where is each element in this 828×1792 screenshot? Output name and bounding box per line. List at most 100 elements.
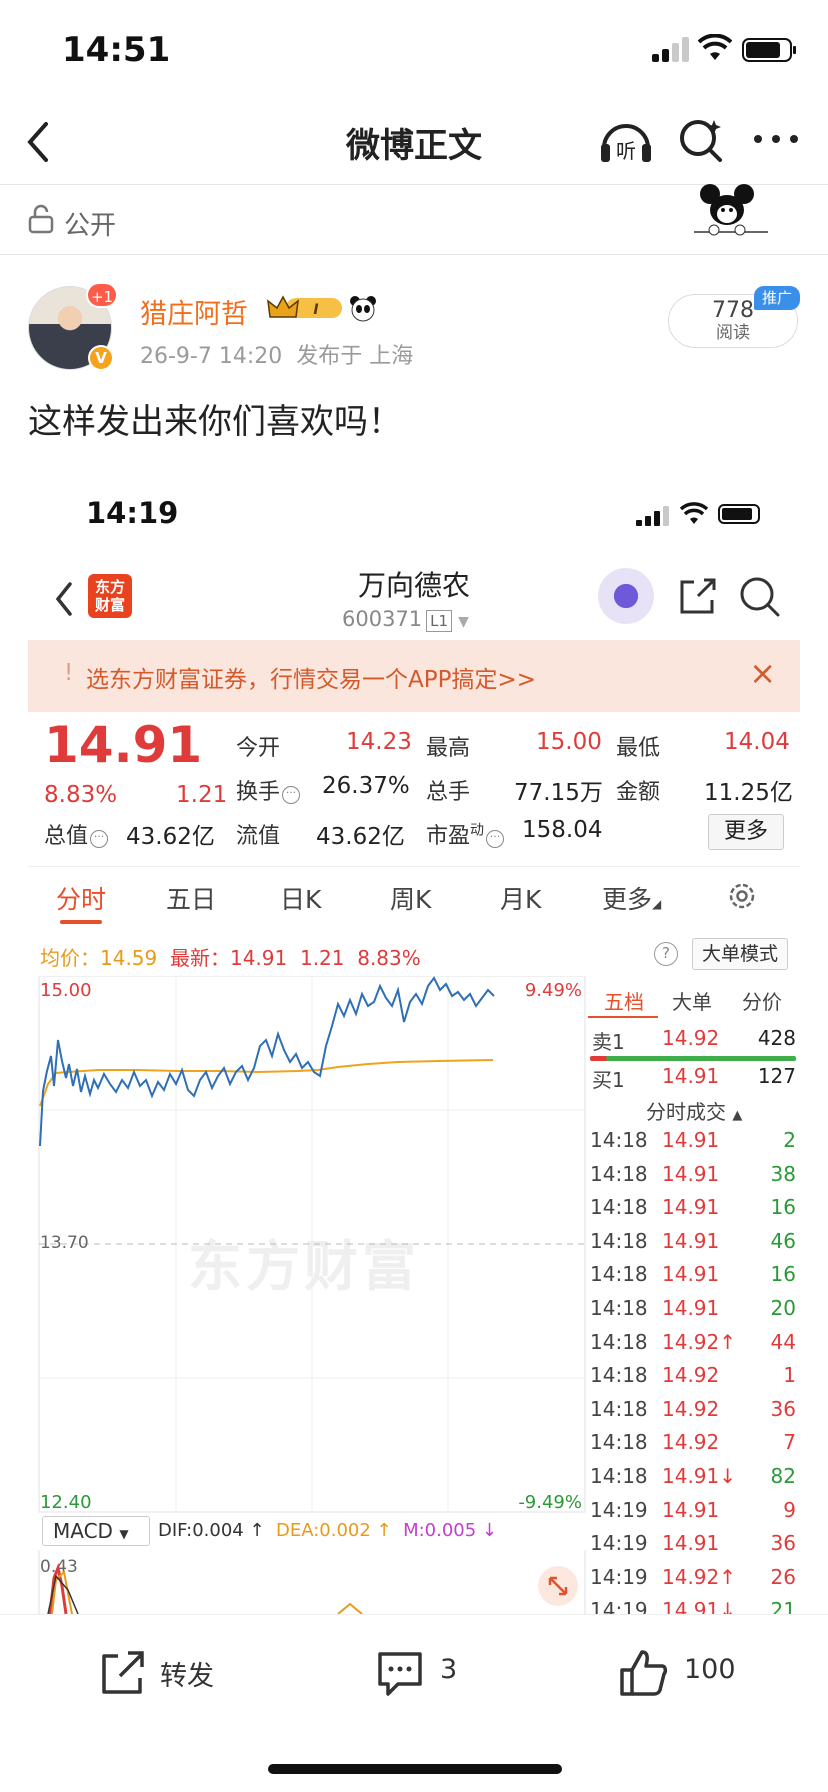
comment-count[interactable]: 3 [440,1654,457,1685]
gear-icon [729,883,755,909]
trade-time: 14:18 [590,1363,648,1388]
trade-volume: 2 [783,1128,796,1152]
trade-volume: 1 [783,1363,796,1388]
divider [0,254,828,255]
trade-price: 14.91 [662,1161,720,1186]
axis-low: 12.40 [40,1492,92,1513]
warning-icon: ! [64,660,74,686]
home-indicator [268,1764,562,1774]
orderbook-label: 卖1 [592,1030,625,1054]
banner-text: 选东方财富证券，行情交易一个APP搞定>> [86,667,537,693]
headphones-icon[interactable]: 听 [598,114,654,166]
trade-volume: 16 [770,1195,796,1220]
trade-row: 14:19 14.91 9 [590,1498,800,1526]
embedded-signal-icon [636,506,670,526]
quote-value: 11.25亿 [704,780,793,806]
mickey-sticker-icon [694,184,768,236]
repost-icon[interactable] [96,1648,148,1698]
help-icon: ? [654,942,678,966]
trade-price: 14.92↑ [662,1564,737,1589]
side-tabs: 五档 大单 分价 [590,986,800,1016]
trade-volume: 9 [783,1497,796,1522]
trade-volume: 44 [770,1329,796,1354]
stock-code-value: 600371 [342,607,423,631]
embedded-search-icon [740,577,780,617]
macd-dif: DIF:0.004 ↑ [158,1520,265,1541]
trade-row: 14:18 14.91 2 [590,1128,800,1156]
more-icon[interactable] [752,126,800,152]
quote-label: 市盈动 ··· [426,818,505,850]
trade-time: 14:18 [590,1296,648,1320]
macd-values: DIF:0.004 ↑ DEA:0.002 ↑ M:0.005 ↓ [158,1520,497,1541]
avg-value: 14.59 [100,946,158,970]
trade-row: 14:18 14.91 38 [590,1162,800,1190]
more-quote-button: 更多 [708,814,784,850]
trade-row: 14:18 14.91 20 [590,1296,800,1324]
axis-pct-low: -9.49% [518,1492,582,1513]
battery-icon [742,38,796,62]
latest-change: 1.21 [299,946,345,970]
trade-price: 14.91↓ [662,1464,737,1488]
tab-price-dist: 分价 [742,990,782,1014]
trade-time: 14:18 [590,1195,648,1220]
orderbook-price: 14.92 [662,1026,720,1050]
info-icon: ··· [486,830,505,848]
trade-row: 14:19 14.92↑ 26 [590,1565,800,1593]
trade-volume: 20 [770,1296,796,1320]
divider [28,866,800,867]
quote-value: 158.04 [522,817,603,843]
search-icon[interactable] [676,114,726,166]
orderbook-volume: 127 [757,1064,796,1088]
intraday-chart: 15.00 9.49% 13.70 12.40 -9.49% [38,976,586,1513]
quote-label: 总值 ··· [44,818,109,850]
trade-volume: 26 [770,1564,796,1589]
trade-price: 14.91 [662,1195,720,1220]
tab-daily-k: 日K [280,885,322,914]
trade-time: 14:18 [590,1161,648,1186]
trade-price: 14.91 [662,1262,720,1287]
trade-volume: 82 [770,1464,796,1488]
macd-chart: 0.43 [38,1550,586,1614]
chevron-down-icon: ▼ [458,614,469,630]
wifi-icon [698,34,732,60]
info-icon: ··· [282,786,301,804]
change-amount: 1.21 [176,782,228,808]
tab-intraday: 分时 [56,885,107,914]
trade-price: 14.91 [662,1531,720,1556]
quote-label-text: 总值 [44,824,89,849]
trade-row: 14:18 14.92 1 [590,1363,800,1391]
promo-badge[interactable]: 推广 [754,286,800,310]
orderbook-label: 买1 [592,1068,625,1092]
orderbook-row: 买1 14.91 127 [590,1064,800,1094]
trade-time: 14:18 [590,1464,648,1488]
trade-row: 14:18 14.92 36 [590,1397,800,1425]
quote-value: 43.62亿 [316,824,405,850]
dropdown-icon: ▼ [119,1527,129,1541]
caret-icon: ◢ [652,897,662,911]
quote-value: 43.62亿 [126,824,215,850]
trade-price: 14.92 [662,1396,720,1421]
vip-crown-icon: I [267,295,342,318]
like-icon[interactable] [618,1648,670,1698]
orderbook-row: 卖1 14.92 428 [590,1026,800,1056]
quote-value: 15.00 [536,729,602,755]
orderbook-ratio-bar [590,1056,796,1061]
caret-up-icon: ▲ [732,1108,743,1123]
quote-label: 金额 [616,780,661,805]
trade-price: 14.92↑ [662,1329,737,1354]
trade-price: 14.91 [662,1228,720,1253]
trades-title-text: 分时成交 [646,1100,726,1124]
comment-icon[interactable] [374,1648,426,1698]
quote-label: 最高 [426,736,471,761]
embedded-status-time: 14:19 [86,496,179,530]
like-count[interactable]: 100 [684,1654,736,1685]
orderbook-price: 14.91 [662,1064,720,1088]
post-location: 发布于 上海 [296,344,414,369]
trade-price: 14.91 [662,1497,720,1522]
username[interactable]: 猎庄阿哲 [140,292,248,331]
change-percent: 8.83% [44,782,118,808]
quote-label-sup: 动 [470,822,485,839]
post-text: 这样发出来你们喜欢吗！ [28,402,402,442]
trade-row: 14:18 14.92↑ 44 [590,1330,800,1358]
repost-button[interactable]: 转发 [160,1654,214,1693]
